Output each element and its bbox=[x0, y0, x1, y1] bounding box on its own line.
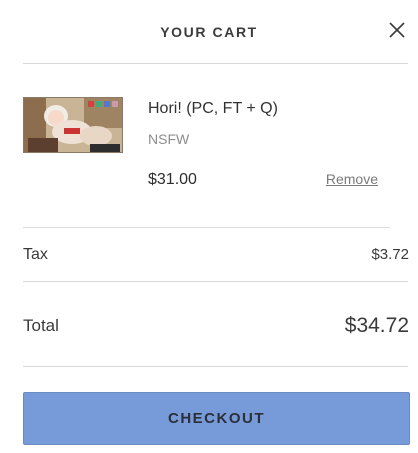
header-divider bbox=[23, 63, 408, 64]
item-name[interactable]: Hori! (PC, FT + Q) bbox=[148, 100, 278, 118]
close-icon bbox=[389, 22, 405, 38]
item-tag: NSFW bbox=[148, 131, 190, 147]
total-divider bbox=[23, 366, 408, 367]
thumbnail-image bbox=[24, 98, 122, 152]
total-label: Total bbox=[23, 316, 59, 335]
tax-divider bbox=[23, 281, 408, 282]
cart-title: YOUR CART bbox=[160, 24, 258, 40]
item-divider bbox=[23, 227, 390, 228]
tax-label: Tax bbox=[23, 246, 48, 263]
tax-value: $3.72 bbox=[371, 246, 409, 263]
remove-button[interactable]: Remove bbox=[326, 171, 378, 187]
item-price: $31.00 bbox=[148, 171, 197, 188]
item-thumbnail bbox=[23, 97, 123, 153]
close-button[interactable] bbox=[387, 20, 407, 40]
checkout-button[interactable]: CHECKOUT bbox=[23, 392, 410, 445]
cart-panel: YOUR CART Hori! (PC, FT + Q) NSFW $31.00… bbox=[0, 0, 418, 453]
total-value: $34.72 bbox=[344, 314, 409, 337]
cart-header: YOUR CART bbox=[0, 0, 418, 63]
